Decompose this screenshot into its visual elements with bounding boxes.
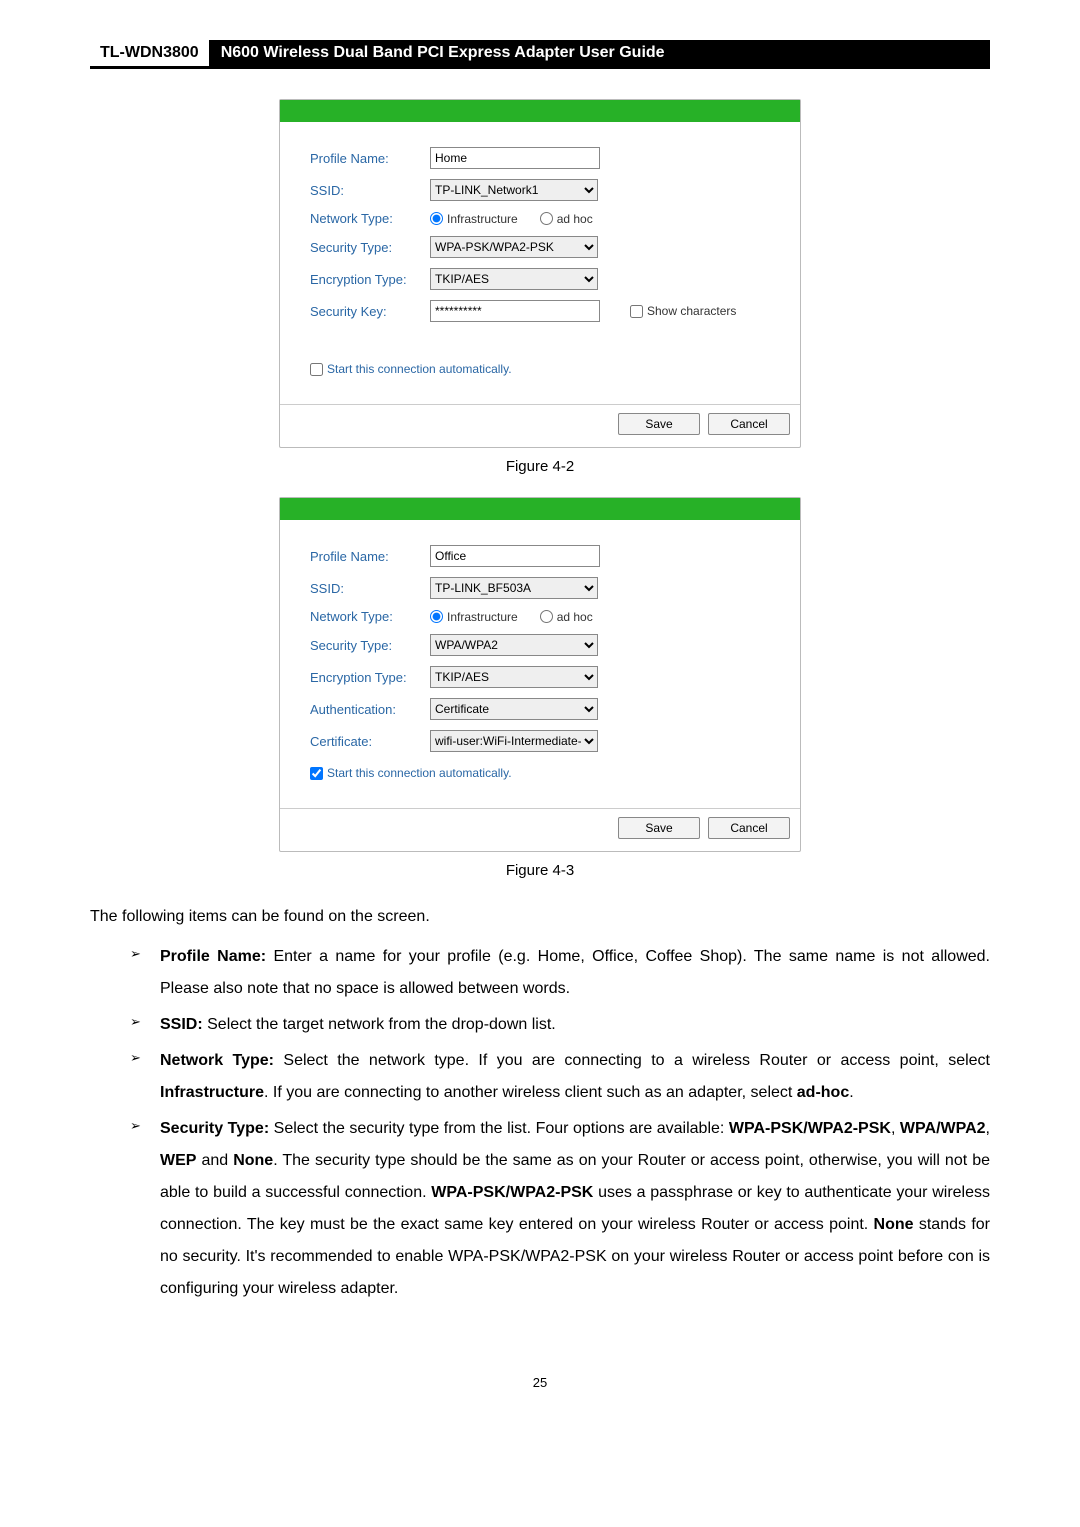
document-header: TL-WDN3800 N600 Wireless Dual Band PCI E… [90,40,990,69]
item-bold: WPA-PSK/WPA2-PSK [729,1120,891,1137]
item-text: Enter a name for your profile (e.g. Home… [160,948,990,997]
encryption-type-select[interactable]: TKIP/AES [430,268,598,290]
item-bold: WPA-PSK/WPA2-PSK [431,1184,593,1201]
authentication-label: Authentication: [310,702,430,717]
adhoc-radio-label: ad hoc [557,212,593,226]
auto-connect-label: Start this connection automatically. [327,766,512,780]
list-item: Network Type: Select the network type. I… [130,1045,990,1109]
item-text: and [196,1152,233,1169]
adhoc-radio[interactable] [540,610,553,623]
auto-connect-checkbox[interactable] [310,767,323,780]
certificate-select[interactable]: wifi-user:WiFi-Intermediate-CA- [430,730,598,752]
item-head: Network Type: [160,1052,274,1069]
certificate-label: Certificate: [310,734,430,749]
item-head: Security Type: [160,1120,269,1137]
cancel-button[interactable]: Cancel [708,413,790,435]
profile-name-input[interactable] [430,147,600,169]
profile-name-label: Profile Name: [310,549,430,564]
list-item: Security Type: Select the security type … [130,1113,990,1305]
item-bold: WPA/WPA2 [900,1120,986,1137]
infrastructure-radio[interactable] [430,212,443,225]
security-type-label: Security Type: [310,638,430,653]
network-type-label: Network Type: [310,211,430,226]
document-title: N600 Wireless Dual Band PCI Express Adap… [209,40,990,66]
item-bold: Infrastructure [160,1084,264,1101]
list-item: Profile Name: Enter a name for your prof… [130,941,990,1005]
ssid-select[interactable]: TP-LINK_BF503A [430,577,598,599]
adhoc-radio[interactable] [540,212,553,225]
encryption-type-label: Encryption Type: [310,272,430,287]
infrastructure-radio-label: Infrastructure [447,212,518,226]
page-root: TL-WDN3800 N600 Wireless Dual Band PCI E… [0,0,1080,1450]
security-key-input[interactable] [430,300,600,322]
auto-connect-label: Start this connection automatically. [327,362,512,376]
network-type-label: Network Type: [310,609,430,624]
list-item: SSID: Select the target network from the… [130,1009,990,1041]
profile-dialog-1: Profile Name: SSID: TP-LINK_Network1 Net… [279,99,801,448]
item-text: . [849,1084,853,1101]
item-text: Select the target network from the drop-… [203,1016,556,1033]
encryption-type-select[interactable]: TKIP/AES [430,666,598,688]
ssid-select[interactable]: TP-LINK_Network1 [430,179,598,201]
infrastructure-radio-label: Infrastructure [447,610,518,624]
ssid-label: SSID: [310,581,430,596]
security-key-label: Security Key: [310,304,430,319]
item-bold: None [874,1216,914,1233]
item-text: Select the network type. If you are conn… [274,1052,990,1069]
infrastructure-radio[interactable] [430,610,443,623]
figure-caption-2: Figure 4-3 [90,862,990,879]
intro-text: The following items can be found on the … [90,901,990,933]
item-text: , [891,1120,900,1137]
security-type-label: Security Type: [310,240,430,255]
dialog-titlebar [280,100,800,122]
auto-connect-checkbox[interactable] [310,363,323,376]
ssid-label: SSID: [310,183,430,198]
encryption-type-label: Encryption Type: [310,670,430,685]
item-bold: ad-hoc [797,1084,849,1101]
item-head: SSID: [160,1016,203,1033]
item-text: , [986,1120,990,1137]
item-bold: None [233,1152,273,1169]
item-bold: WEP [160,1152,196,1169]
adhoc-radio-label: ad hoc [557,610,593,624]
item-head: Profile Name: [160,948,266,965]
page-number: 25 [90,1375,990,1390]
dialog-titlebar [280,498,800,520]
security-type-select[interactable]: WPA/WPA2 [430,634,598,656]
profile-dialog-2: Profile Name: SSID: TP-LINK_BF503A Netwo… [279,497,801,852]
model-number: TL-WDN3800 [90,40,209,66]
figure-caption-1: Figure 4-2 [90,458,990,475]
show-characters-checkbox[interactable] [630,305,643,318]
dialog-body: Profile Name: SSID: TP-LINK_Network1 Net… [280,122,800,386]
show-characters-label: Show characters [647,304,736,318]
cancel-button[interactable]: Cancel [708,817,790,839]
items-list: Profile Name: Enter a name for your prof… [90,941,990,1305]
save-button[interactable]: Save [618,817,700,839]
security-type-select[interactable]: WPA-PSK/WPA2-PSK [430,236,598,258]
dialog-body: Profile Name: SSID: TP-LINK_BF503A Netwo… [280,520,800,790]
item-text: . If you are connecting to another wirel… [264,1084,797,1101]
profile-name-label: Profile Name: [310,151,430,166]
authentication-select[interactable]: Certificate [430,698,598,720]
save-button[interactable]: Save [618,413,700,435]
profile-name-input[interactable] [430,545,600,567]
item-text: Select the security type from the list. … [269,1120,729,1137]
